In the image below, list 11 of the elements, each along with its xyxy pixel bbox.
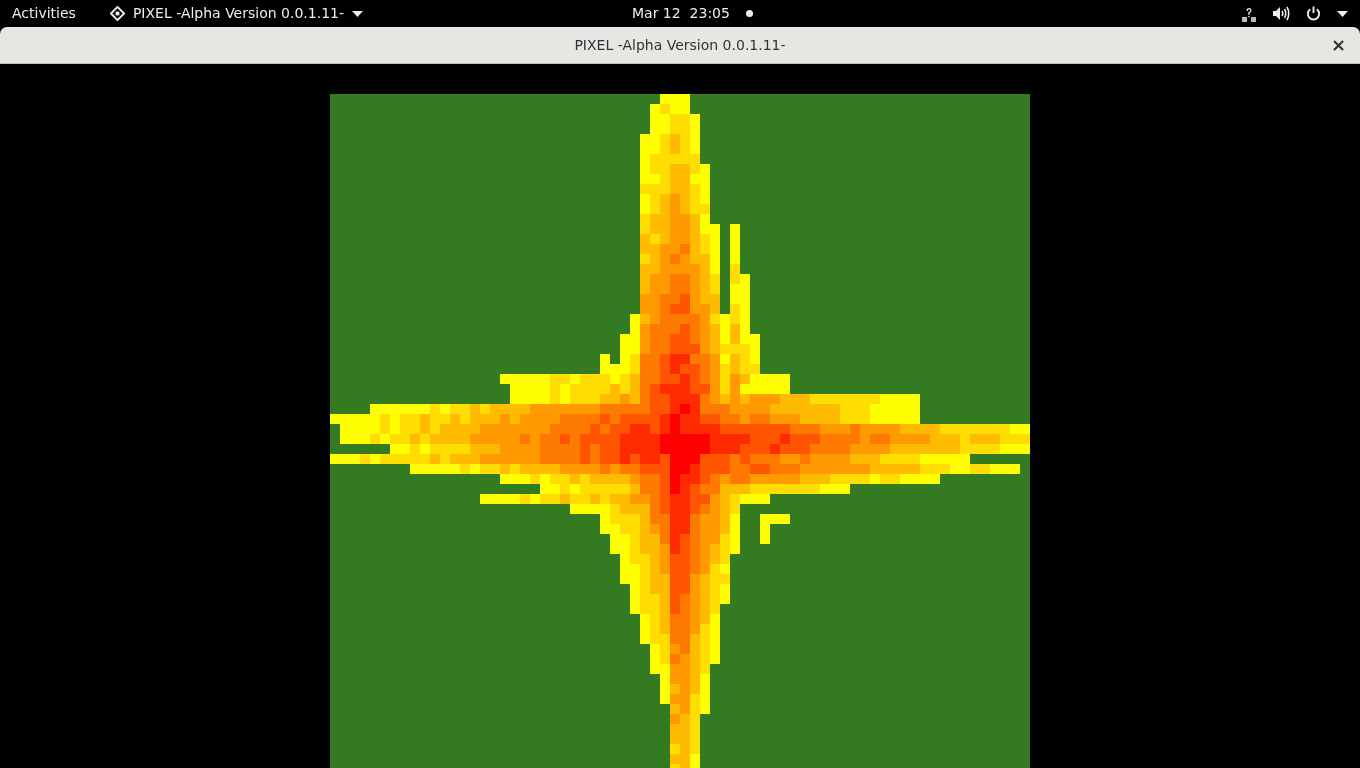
- close-button[interactable]: ×: [1324, 34, 1352, 56]
- network-unknown-icon[interactable]: [1241, 5, 1257, 22]
- volume-icon[interactable]: [1273, 6, 1290, 21]
- activities-button[interactable]: Activities: [12, 3, 76, 24]
- clock[interactable]: Mar 12 23:05: [632, 3, 730, 24]
- power-icon[interactable]: [1306, 6, 1321, 21]
- app-icon: [109, 6, 125, 21]
- dropdown-caret-icon[interactable]: [1337, 10, 1348, 17]
- window-title: PIXEL -Alpha Version 0.0.1.11-: [574, 35, 786, 55]
- dropdown-caret-icon: [352, 10, 363, 17]
- app-menu[interactable]: PIXEL -Alpha Version 0.0.1.11-: [132, 3, 344, 24]
